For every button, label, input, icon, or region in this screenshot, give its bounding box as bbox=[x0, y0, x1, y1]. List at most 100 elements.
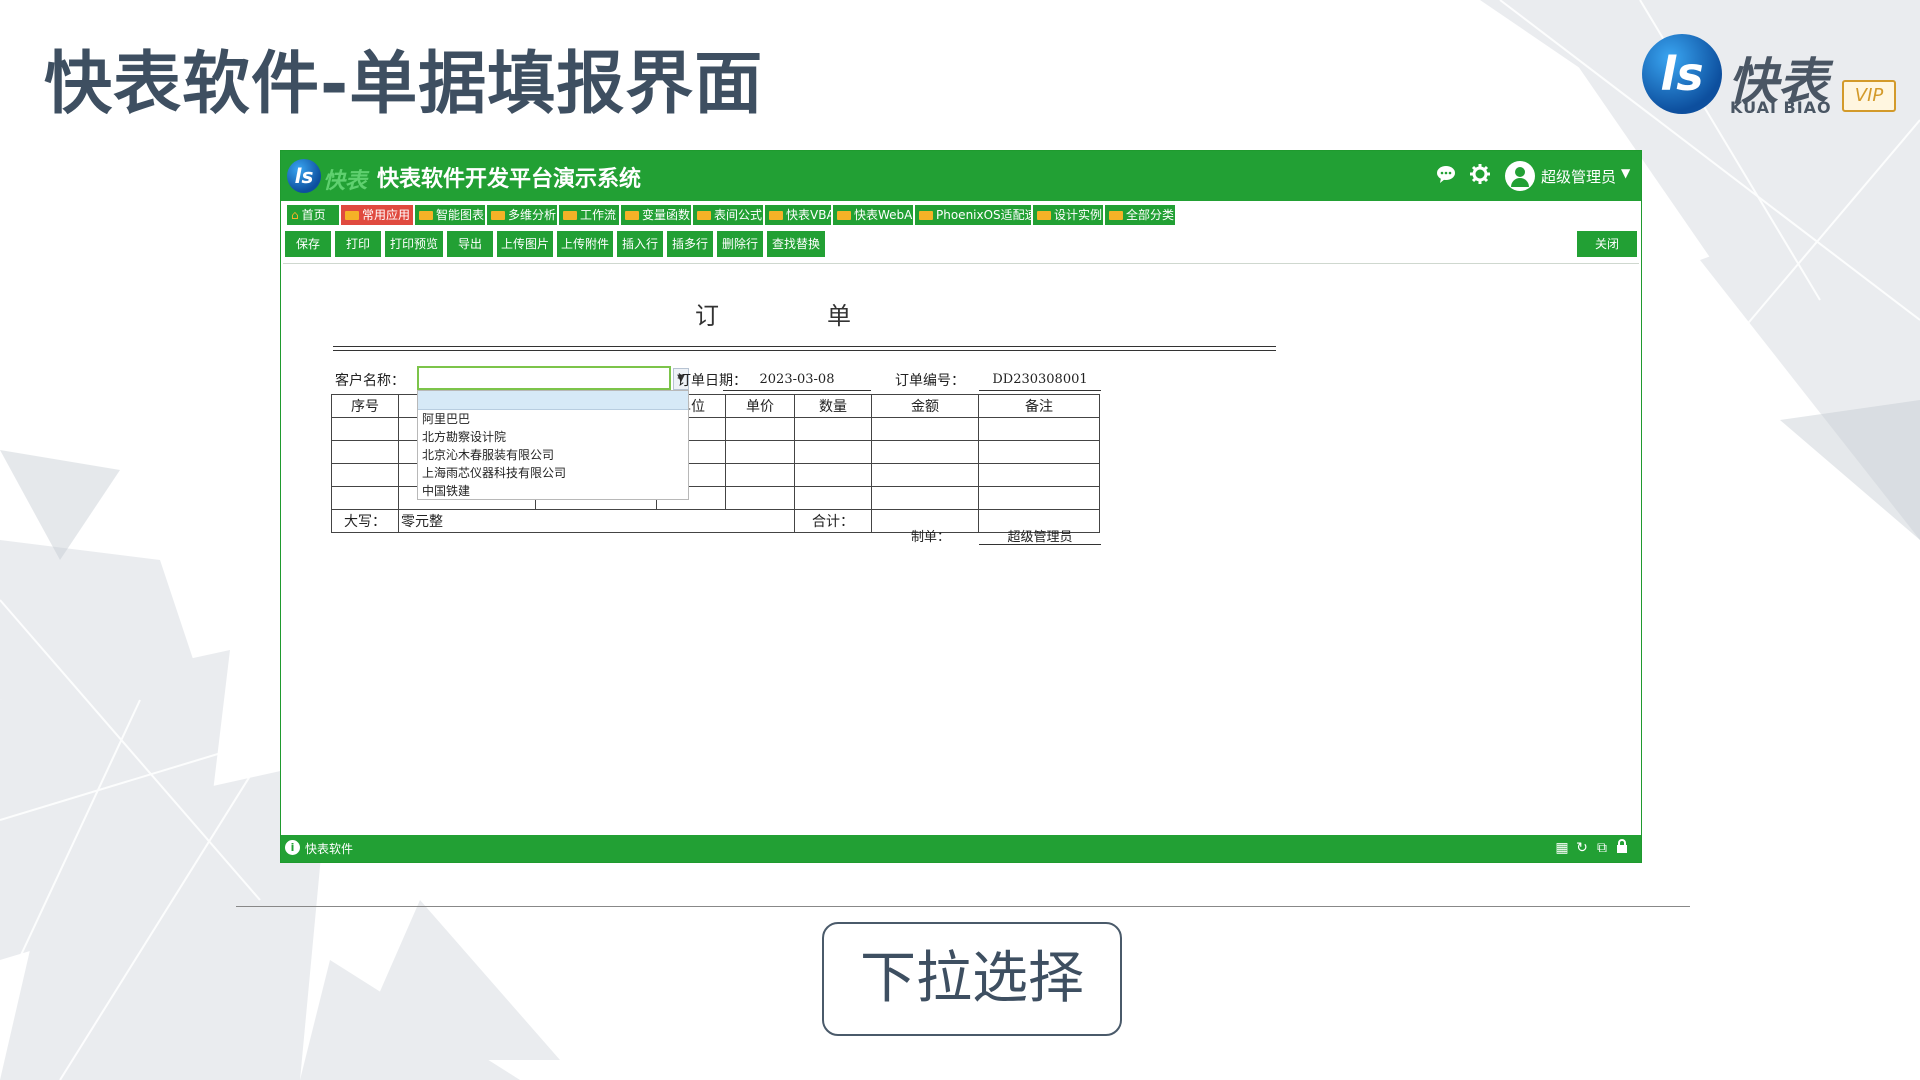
order-date-value[interactable]: 2023-03-08 bbox=[723, 372, 871, 387]
brand-logo: ls 快表 VIP KUAI BIAO bbox=[1638, 34, 1898, 124]
column-header: 备注 bbox=[978, 394, 1100, 418]
gear-icon[interactable] bbox=[1467, 163, 1493, 189]
order-number-underline bbox=[979, 390, 1101, 391]
order-number-value[interactable]: DD230308001 bbox=[979, 372, 1101, 387]
tab-workflow[interactable]: 工作流 bbox=[559, 205, 619, 225]
tab-design-examples[interactable]: 设计实例 bbox=[1033, 205, 1103, 225]
tab-label: 表间公式 bbox=[714, 208, 763, 222]
maker-label: 制单： bbox=[911, 530, 951, 545]
tab-label: 首页 bbox=[301, 208, 326, 222]
chat-icon[interactable] bbox=[1433, 163, 1459, 189]
amount-words-label: 大写： bbox=[331, 509, 399, 533]
status-bar: i 快表软件 ▦ ↻ ⧉ bbox=[281, 835, 1641, 862]
upload-attachment-button[interactable]: 上传附件 bbox=[557, 231, 613, 257]
status-text: 快表软件 bbox=[305, 842, 354, 856]
folder-icon bbox=[919, 211, 933, 220]
tab-smart-charts[interactable]: 智能图表 bbox=[415, 205, 485, 225]
tab-label: 变量函数 bbox=[642, 208, 691, 222]
tab-label: 设计实例 bbox=[1054, 208, 1103, 222]
tab-all-categories[interactable]: 全部分类 bbox=[1105, 205, 1175, 225]
app-header: ls 快表 快表软件开发平台演示系统 超级管理员 ▼ bbox=[281, 151, 1641, 201]
user-name[interactable]: 超级管理员 bbox=[1541, 166, 1616, 187]
lock-icon[interactable] bbox=[1613, 839, 1631, 857]
tab-label: 快表WebApp bbox=[854, 208, 913, 222]
dropdown-option[interactable]: 阿里巴巴 bbox=[418, 410, 688, 428]
tab-label: 智能图表 bbox=[436, 208, 485, 222]
delete-row-button[interactable]: 删除行 bbox=[717, 231, 763, 257]
tab-label: 工作流 bbox=[580, 208, 617, 222]
customer-label: 客户名称： bbox=[335, 373, 405, 389]
tab-vba[interactable]: 快表VBA bbox=[765, 205, 831, 225]
amount-words-value: 零元整 bbox=[398, 509, 795, 533]
external-icon[interactable]: ⧉ bbox=[1593, 839, 1611, 857]
app-window: ls 快表 快表软件开发平台演示系统 超级管理员 ▼ ⌂ 首页 常用应用 智能图表… bbox=[280, 150, 1642, 863]
divider-line bbox=[236, 906, 1690, 907]
dropdown-option[interactable]: 北京沁木春服装有限公司 bbox=[418, 446, 688, 464]
folder-icon bbox=[769, 211, 783, 220]
folder-icon bbox=[345, 211, 359, 220]
find-replace-button[interactable]: 查找替换 bbox=[767, 231, 825, 257]
save-button[interactable]: 保存 bbox=[285, 231, 331, 257]
print-preview-button[interactable]: 打印预览 bbox=[385, 231, 443, 257]
home-icon: ⌂ bbox=[291, 208, 299, 222]
folder-icon bbox=[491, 211, 505, 220]
maker-value: 超级管理员 bbox=[1007, 530, 1073, 545]
folder-icon bbox=[837, 211, 851, 220]
column-header: 金额 bbox=[871, 394, 979, 418]
chevron-down-icon[interactable]: ▼ bbox=[1621, 166, 1630, 180]
grid-icon[interactable]: ▦ bbox=[1553, 839, 1571, 857]
app-title: 快表软件开发平台演示系统 bbox=[377, 166, 642, 192]
slide-title: 快表软件-单据填报界面 bbox=[44, 45, 764, 124]
column-header: 序号 bbox=[331, 394, 399, 418]
vip-badge: VIP bbox=[1842, 80, 1896, 112]
app-logo-text: 快表 bbox=[323, 169, 368, 194]
dropdown-option[interactable]: 上海雨芯仪器科技有限公司 bbox=[418, 464, 688, 482]
doc-title-right: 单 bbox=[827, 302, 851, 330]
maker-underline bbox=[979, 544, 1101, 545]
folder-icon bbox=[419, 211, 433, 220]
customer-dropdown-list: 阿里巴巴 北方勘察设计院 北京沁木春服装有限公司 上海雨芯仪器科技有限公司 中国… bbox=[417, 390, 689, 500]
folder-icon bbox=[697, 211, 711, 220]
insert-row-button[interactable]: 插入行 bbox=[617, 231, 663, 257]
tab-formulas[interactable]: 表间公式 bbox=[693, 205, 763, 225]
order-date-underline bbox=[723, 390, 871, 391]
close-button[interactable]: 关闭 bbox=[1577, 231, 1637, 257]
folder-icon bbox=[563, 211, 577, 220]
insert-rows-button[interactable]: 插多行 bbox=[667, 231, 713, 257]
order-number-label: 订单编号： bbox=[895, 373, 965, 389]
dropdown-option[interactable]: 北方勘察设计院 bbox=[418, 428, 688, 446]
brand-logo-mark: ls bbox=[1642, 34, 1722, 114]
tab-multidim[interactable]: 多维分析 bbox=[487, 205, 557, 225]
export-button[interactable]: 导出 bbox=[447, 231, 493, 257]
tab-label: 常用应用 bbox=[362, 208, 411, 222]
toolbar: 保存 打印 打印预览 导出 上传图片 上传附件 插入行 插多行 删除行 查找替换… bbox=[281, 229, 1641, 259]
nav-tabs: ⌂ 首页 常用应用 智能图表 多维分析 工作流 变量函数 表间公式 快表VBA 快… bbox=[281, 201, 1641, 227]
upload-image-button[interactable]: 上传图片 bbox=[497, 231, 553, 257]
tab-home[interactable]: ⌂ 首页 bbox=[287, 205, 339, 225]
tab-phoenixos[interactable]: PhoenixOS适配速查 bbox=[915, 205, 1031, 225]
title-divider bbox=[333, 346, 1276, 351]
folder-icon bbox=[1037, 211, 1051, 220]
dropdown-option-selected[interactable] bbox=[418, 391, 688, 410]
tab-label: 多维分析 bbox=[508, 208, 557, 222]
info-icon: i bbox=[285, 840, 300, 855]
print-button[interactable]: 打印 bbox=[335, 231, 381, 257]
total-label: 合计： bbox=[794, 509, 872, 533]
tab-label: PhoenixOS适配速查 bbox=[936, 208, 1031, 222]
doc-title-left: 订 bbox=[695, 302, 719, 330]
dropdown-option[interactable]: 中国铁建 bbox=[418, 482, 688, 500]
brand-logo-english: KUAI BIAO bbox=[1730, 98, 1832, 117]
user-avatar-icon[interactable] bbox=[1505, 161, 1535, 191]
caption-box: 下拉选择 bbox=[822, 922, 1122, 1036]
tab-variables[interactable]: 变量函数 bbox=[621, 205, 691, 225]
tab-common-apps[interactable]: 常用应用 bbox=[341, 205, 413, 225]
tab-webapp[interactable]: 快表WebApp bbox=[833, 205, 913, 225]
app-logo-mark: ls bbox=[287, 159, 321, 193]
tab-label: 快表VBA bbox=[786, 208, 831, 222]
folder-icon bbox=[625, 211, 639, 220]
tab-label: 全部分类 bbox=[1126, 208, 1175, 222]
form-content: 订 单 客户名称： ▼ 订单日期： 2023-03-08 订单编号： DD230… bbox=[283, 263, 1639, 834]
column-header: 单价 bbox=[725, 394, 795, 418]
refresh-icon[interactable]: ↻ bbox=[1573, 839, 1591, 857]
customer-input[interactable] bbox=[417, 366, 671, 390]
